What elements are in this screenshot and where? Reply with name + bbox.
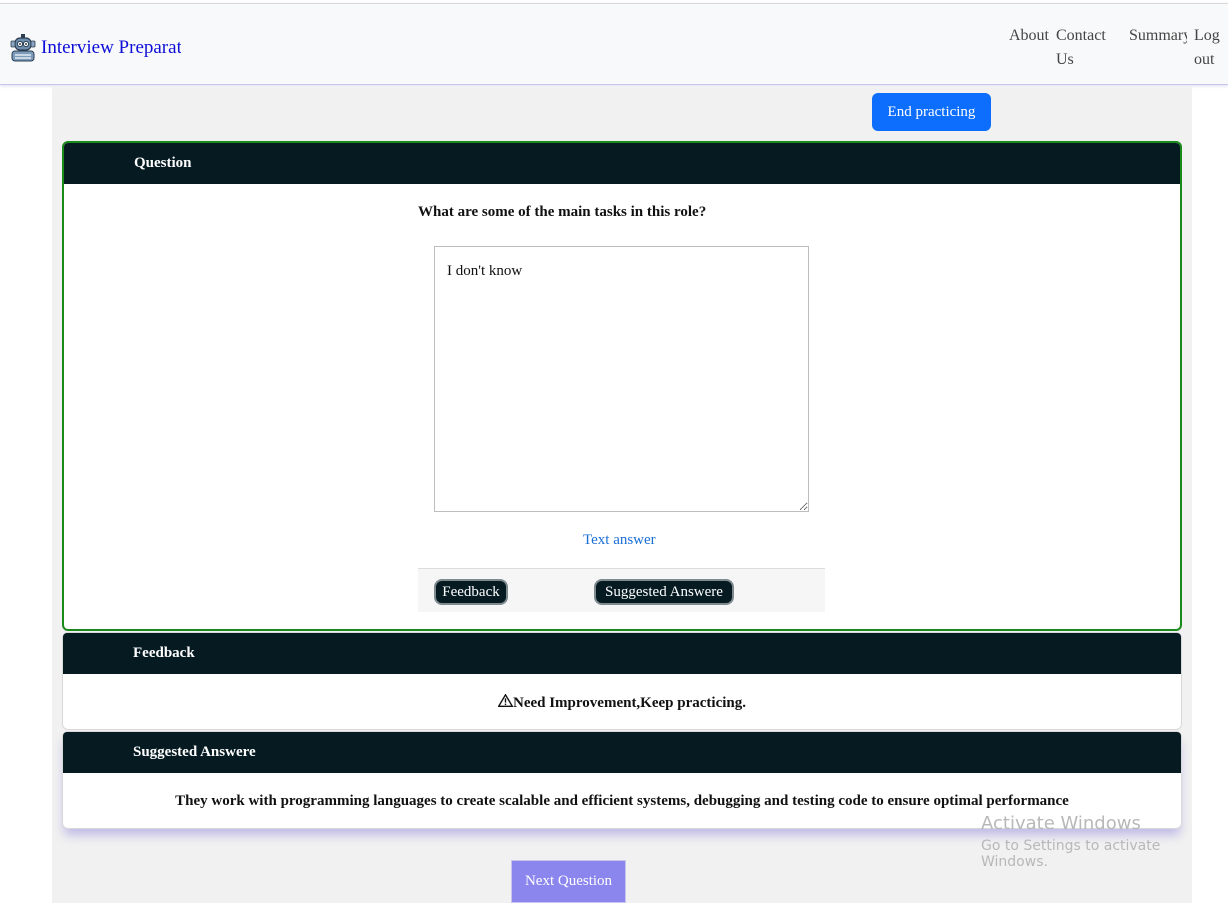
question-card-header: Question xyxy=(64,143,1180,184)
nav-logout-link[interactable]: Log out xyxy=(1194,24,1224,72)
feedback-card: Feedback Need Improvement,Keep practicin… xyxy=(62,632,1182,730)
feedback-button[interactable]: Feedback xyxy=(434,579,508,605)
suggested-answer-button[interactable]: Suggested Answere xyxy=(594,579,734,605)
card-footer: Feedback Suggested Answere xyxy=(418,568,825,612)
feedback-card-header: Feedback xyxy=(63,633,1181,674)
feedback-message-row: Need Improvement,Keep practicing. xyxy=(63,693,1181,712)
end-practicing-button[interactable]: End practicing xyxy=(872,93,991,131)
text-answer-link[interactable]: Text answer xyxy=(583,532,656,549)
question-text: What are some of the main tasks in this … xyxy=(418,204,707,220)
nav-contact-link[interactable]: Contact Us xyxy=(1056,24,1112,72)
activate-windows-subtitle: Go to Settings to activate Windows. xyxy=(981,838,1161,870)
next-question-button[interactable]: Next Question xyxy=(511,860,626,903)
suggested-card-header: Suggested Answere xyxy=(63,732,1181,773)
robot-logo-icon xyxy=(9,33,37,63)
brand-link[interactable]: Interview Preparation xyxy=(9,31,181,65)
feedback-message: Need Improvement,Keep practicing. xyxy=(512,695,746,711)
question-card: Question What are some of the main tasks… xyxy=(62,141,1182,631)
nav-summary-link[interactable]: Summary xyxy=(1129,24,1187,48)
nav-about-link[interactable]: About xyxy=(1009,24,1049,48)
activate-windows-title: Activate Windows xyxy=(981,813,1141,834)
warning-icon xyxy=(497,693,514,712)
answer-textarea[interactable]: I don't know xyxy=(434,246,809,512)
suggested-answer-text: They work with programming languages to … xyxy=(175,793,1069,809)
top-navbar: Interview Preparation About Contact Us S… xyxy=(0,3,1228,85)
brand-name: Interview Preparation xyxy=(41,37,181,58)
